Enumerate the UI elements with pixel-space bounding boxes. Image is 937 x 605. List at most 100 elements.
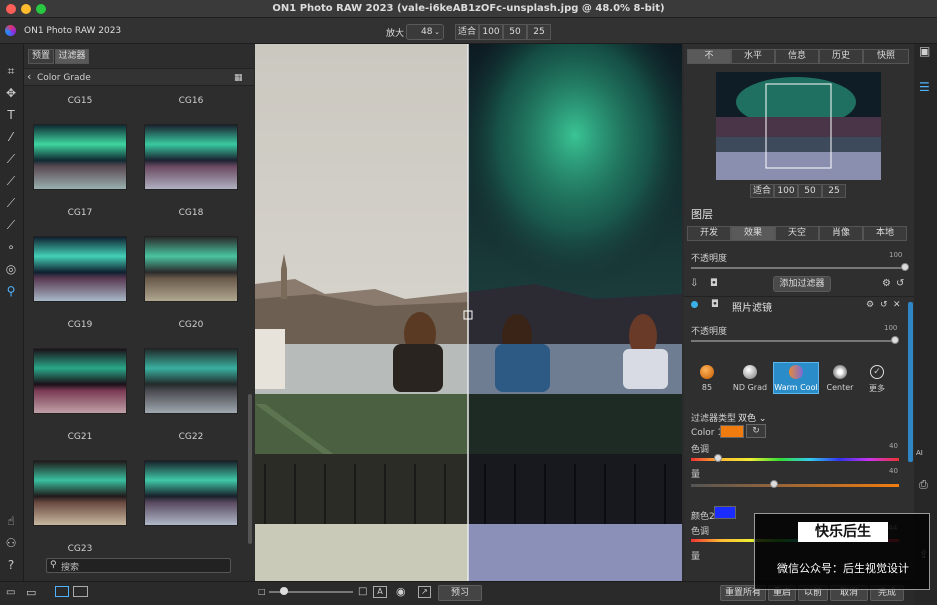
- preset-label[interactable]: CG16: [144, 96, 238, 106]
- grid-view-icon[interactable]: ▦: [234, 73, 243, 83]
- tab-snapshots[interactable]: 快照: [863, 49, 909, 64]
- crop-icon[interactable]: ⌗: [4, 64, 18, 78]
- nav-zoom-fit-button[interactable]: 适合: [750, 184, 774, 198]
- gradient-icon[interactable]: ⟋: [4, 196, 18, 210]
- display-icon[interactable]: ▭: [26, 586, 36, 599]
- scrollbar[interactable]: [248, 394, 252, 544]
- browse-icon[interactable]: ▣: [919, 44, 930, 58]
- thumbnail-size-knob[interactable]: [280, 587, 288, 595]
- hand-icon[interactable]: ☝: [4, 514, 18, 528]
- more-presets-icon[interactable]: ✓: [870, 365, 884, 379]
- image-canvas[interactable]: [255, 44, 682, 581]
- mask-icon[interactable]: ◘: [710, 278, 718, 289]
- category-header[interactable]: ‹ Color Grade ▦: [24, 68, 254, 86]
- filter-settings-icon[interactable]: ⚙: [866, 300, 874, 310]
- add-filter-button[interactable]: 添加过滤器: [773, 276, 831, 292]
- tab-effects[interactable]: 效果: [731, 226, 775, 241]
- preset-thumbnail[interactable]: [33, 348, 127, 414]
- tab-history[interactable]: 历史: [819, 49, 863, 64]
- preset-thumbnail[interactable]: [33, 236, 127, 302]
- help-icon[interactable]: ?: [4, 558, 18, 572]
- navigator-thumbnail[interactable]: [716, 72, 881, 180]
- hue-slider-knob[interactable]: [714, 454, 723, 462]
- opacity-slider-knob[interactable]: [901, 263, 909, 271]
- preset-center-icon[interactable]: [833, 365, 847, 379]
- preset-warm-cool-label[interactable]: Warm Cool: [773, 383, 819, 392]
- nav-zoom-100-button[interactable]: 100: [774, 184, 798, 198]
- clone-icon[interactable]: ∘: [4, 240, 18, 254]
- panel-scrollbar[interactable]: [908, 302, 913, 462]
- refine-brush-icon[interactable]: ⟋: [4, 174, 18, 188]
- filter-opacity-slider-knob[interactable]: [891, 336, 899, 344]
- filter-opacity-slider-track[interactable]: [691, 340, 895, 342]
- preset-label[interactable]: CG22: [144, 432, 238, 442]
- text-overlay-icon[interactable]: A: [373, 586, 387, 598]
- brush-icon[interactable]: ⁄: [4, 130, 18, 144]
- tab-presets[interactable]: 预置: [28, 49, 54, 64]
- preset-warm-cool-icon[interactable]: [789, 365, 803, 379]
- filter-enabled-indicator[interactable]: [691, 301, 698, 308]
- masking-brush-icon[interactable]: ⟋: [4, 152, 18, 166]
- preset-nd-grad-label[interactable]: ND Grad: [730, 383, 770, 392]
- filter-reset-icon[interactable]: ↺: [880, 300, 888, 310]
- layer-mask-icon[interactable]: ◘: [711, 299, 719, 310]
- preset-label[interactable]: CG18: [144, 208, 238, 218]
- preset-center-label[interactable]: Center: [824, 383, 856, 392]
- more-presets-label[interactable]: 更多: [867, 383, 887, 394]
- user-icon[interactable]: ⚇: [4, 536, 18, 550]
- zoom-fit-button[interactable]: 适合: [455, 24, 479, 40]
- settings-icon[interactable]: ⚙: [882, 278, 891, 289]
- zoom-50-button[interactable]: 50: [503, 24, 527, 40]
- tab-local[interactable]: 本地: [863, 226, 907, 241]
- zoom-25-button[interactable]: 25: [527, 24, 551, 40]
- preset-thumbnail[interactable]: [144, 124, 238, 190]
- color1-swatch[interactable]: [720, 425, 744, 438]
- chevron-left-icon[interactable]: ‹: [27, 70, 31, 83]
- preset-label[interactable]: CG21: [33, 432, 127, 442]
- single-view-icon[interactable]: [55, 586, 69, 597]
- text-icon[interactable]: T: [4, 108, 18, 122]
- edit-icon[interactable]: ☰: [919, 80, 930, 94]
- small-square-icon[interactable]: □: [258, 587, 266, 596]
- color2-swatch[interactable]: [714, 506, 736, 519]
- print-icon[interactable]: ⎙: [919, 478, 928, 492]
- preset-thumbnail[interactable]: [33, 460, 127, 526]
- zoom-100-button[interactable]: 100: [479, 24, 503, 40]
- tab-info[interactable]: 信息: [775, 49, 819, 64]
- preset-thumbnail[interactable]: [144, 348, 238, 414]
- nav-zoom-50-button[interactable]: 50: [798, 184, 822, 198]
- preview-button[interactable]: 预习: [438, 585, 482, 601]
- amount-slider-track[interactable]: [691, 484, 899, 487]
- filter-close-icon[interactable]: ✕: [893, 300, 901, 310]
- preset-thumbnail[interactable]: [144, 460, 238, 526]
- tab-levels[interactable]: 水平: [731, 49, 775, 64]
- reset-icon[interactable]: ↺: [896, 278, 904, 289]
- retouch-icon[interactable]: ⟋: [4, 218, 18, 232]
- redeye-icon[interactable]: ◎: [4, 262, 18, 276]
- preset-nd-grad-icon[interactable]: [743, 365, 757, 379]
- move-icon[interactable]: ✥: [4, 86, 18, 100]
- preset-label[interactable]: CG17: [33, 208, 127, 218]
- preset-label[interactable]: CG15: [33, 96, 127, 106]
- tab-portrait[interactable]: 肖像: [819, 226, 863, 241]
- export-view-icon[interactable]: ↗: [418, 586, 431, 598]
- preset-label[interactable]: CG23: [33, 544, 127, 554]
- swap-colors-icon[interactable]: ↻: [746, 424, 766, 438]
- preset-label[interactable]: CG19: [33, 320, 127, 330]
- tab-sky[interactable]: 天空: [775, 226, 819, 241]
- export-icon[interactable]: ⇩: [690, 278, 698, 289]
- preset-thumbnail[interactable]: [144, 236, 238, 302]
- preset-85-icon[interactable]: [700, 365, 714, 379]
- tab-develop[interactable]: 开发: [687, 226, 731, 241]
- zoom-tool-icon[interactable]: ⚲: [4, 284, 18, 298]
- filter-type-select[interactable]: 双色 ⌄: [738, 411, 766, 424]
- mask-view-icon[interactable]: ◉: [396, 585, 406, 598]
- preset-label[interactable]: CG20: [144, 320, 238, 330]
- search-field[interactable]: ⚲ 搜索: [46, 558, 231, 573]
- nav-zoom-25-button[interactable]: 25: [822, 184, 846, 198]
- large-square-icon[interactable]: □: [358, 586, 367, 597]
- ai-icon[interactable]: AI: [916, 449, 923, 457]
- preset-85-label[interactable]: 85: [697, 383, 717, 392]
- compare-view-icon[interactable]: [73, 586, 88, 597]
- tab-nav[interactable]: 不: [687, 49, 731, 64]
